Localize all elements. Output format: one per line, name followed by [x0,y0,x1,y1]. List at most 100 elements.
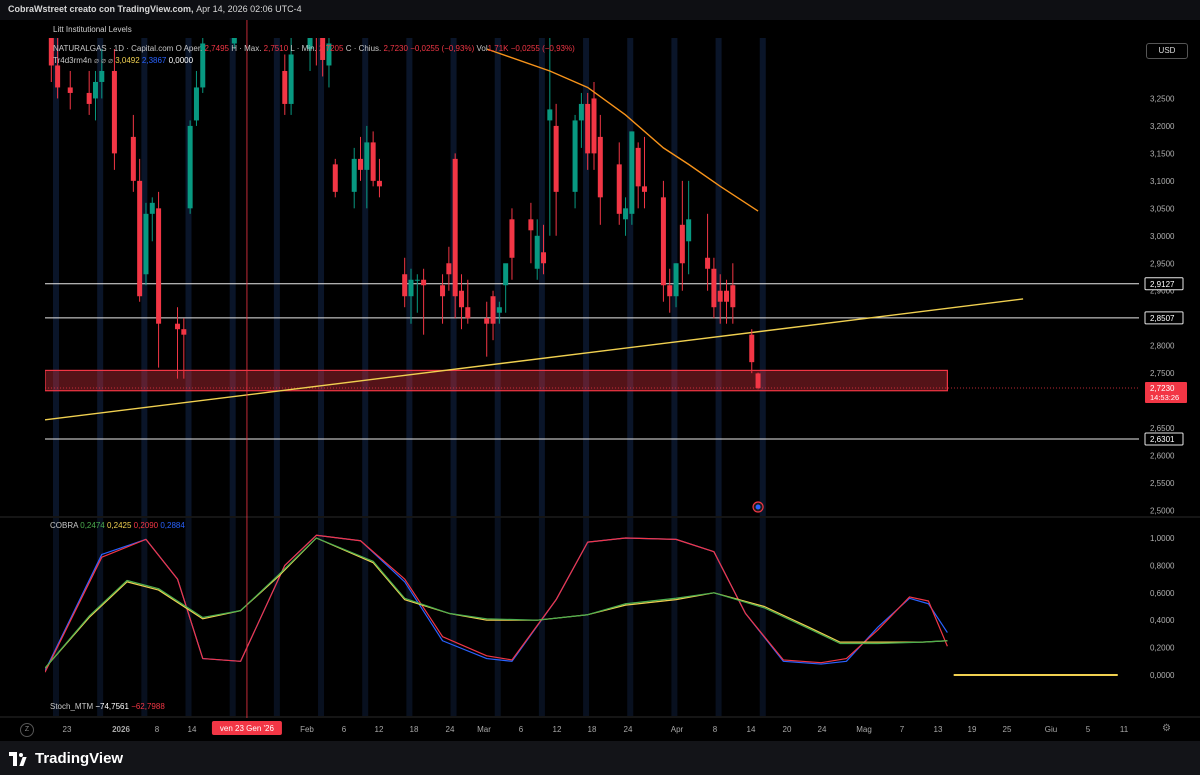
change-value: −0,0255 (−0,93%) [410,44,475,53]
cobra-axis-label: 0,2000 [1150,644,1175,653]
candle-body [667,285,673,297]
candle-body [414,279,420,281]
last-price-label: 2,7230 [1150,384,1175,393]
candle-body [376,180,382,187]
candle-body [749,334,755,363]
candle-body [288,54,294,104]
candle-body [370,142,376,181]
currency-button[interactable]: USD [1146,43,1188,59]
candle-body [534,235,540,269]
vol-label: Vol [476,44,488,53]
time-axis-label: 19 [968,725,977,734]
candle-body [660,197,666,286]
session-band [185,38,192,516]
candle-body [452,158,458,297]
trader-v3: 0,0000 [168,56,194,65]
price-axis-label: 3,0500 [1150,204,1175,213]
stoch-name: Stoch_MTM [50,702,94,711]
close-text: C · Chius. [345,44,382,53]
vol-value: 1,71K [487,44,509,53]
time-axis-label: 11 [1120,725,1129,734]
price-axis-label: 3,0000 [1150,232,1175,241]
candle-body [717,290,723,302]
candle-body [421,279,427,286]
session-band [53,518,59,716]
price-axis-label: 2,6000 [1150,452,1175,461]
close-value: 2,7230 [383,44,408,53]
candle-body [187,125,193,209]
settings-gear-icon[interactable]: ⚙ [1162,723,1171,734]
candle-body [679,224,685,264]
zoom-reset-button[interactable]: Z [20,723,34,737]
tradingview-logo[interactable]: TradingView [9,750,123,767]
time-axis-label: 13 [934,725,943,734]
price-axis-label: 2,5500 [1150,479,1175,488]
session-band [273,518,280,716]
session-band [273,38,280,516]
indicator-title: Litt Institutional Levels [53,25,132,34]
open-value: 2,7495 [204,44,229,53]
cobra-axis-label: 0,0000 [1150,671,1175,680]
time-axis-label: Mar [477,725,491,734]
cobra-name: COBRA [50,521,79,530]
candle-body [143,213,149,275]
session-band [318,518,325,716]
candle-body [641,186,647,192]
time-axis-label: Mag [856,725,872,734]
stoch-v2: −62,7988 [131,702,165,711]
cobra-legend[interactable]: COBRA 0,2474 0,2425 0,2090 0,2884 [50,521,185,530]
chart-canvas[interactable]: 3,2500 3,2000 3,1500 3,1000 3,0500 3,0000 2,95… [0,0,1200,741]
high-value: 2,7510 [263,44,289,53]
candle-body [402,274,408,297]
session-band [318,38,325,516]
session-band [715,518,722,716]
level-tag-label: 2,9127 [1150,280,1175,289]
session-band [759,518,766,716]
candle-body [408,279,414,297]
candle-body [509,219,515,258]
tradingview-logo-icon [9,751,29,766]
time-axis-label: 6 [519,725,524,734]
candle-body [358,158,364,170]
candle-body [446,263,452,275]
cobra-value-2: 0,2425 [106,521,132,530]
candle-body [484,318,490,324]
time-axis-label: Giu [1045,725,1057,734]
trader-legend[interactable]: Tr4d3rm4n ⌀ ⌀ ⌀ 3,0492 2,3867 0,0000 [53,56,193,65]
stoch-legend[interactable]: Stoch_MTM −74,7561 −62,7988 [50,702,165,711]
candle-body [616,164,622,214]
price-axis-label: 2,5000 [1150,507,1175,516]
candle-body [673,263,679,297]
candle-body [623,208,629,220]
candle-body [86,92,92,104]
session-band [494,38,501,516]
candle-body [111,70,117,154]
candle-body [99,70,105,82]
candle-body [67,87,73,93]
candle-body [156,208,162,324]
session-band [185,518,192,716]
session-band [450,518,457,716]
candle-body [585,103,591,154]
session-band [406,518,413,716]
session-band [494,518,501,716]
time-axis-label: 18 [588,725,597,734]
candle-body [572,120,578,192]
time-axis-label: 14 [188,725,197,734]
symbol-legend[interactable]: NATURALGAS · 1D · Capital.com O Aper. 2,… [53,44,575,53]
time-axis-label: 23 [63,725,72,734]
session-band [759,38,766,516]
cobra-axis-label: 0,6000 [1150,589,1175,598]
candle-body [528,219,534,231]
low-value: 2,7205 [318,44,344,53]
candle-body [181,329,187,335]
high-text: H · Max. [231,44,262,53]
session-band [627,518,634,716]
candle-body [629,131,635,214]
candle-body [440,285,446,297]
price-axis-label: 2,7500 [1150,369,1175,378]
stoch-v1: −74,7561 [95,702,129,711]
candle-body [553,125,559,192]
candle-body [137,180,143,297]
open-text: Aper. [183,44,203,53]
